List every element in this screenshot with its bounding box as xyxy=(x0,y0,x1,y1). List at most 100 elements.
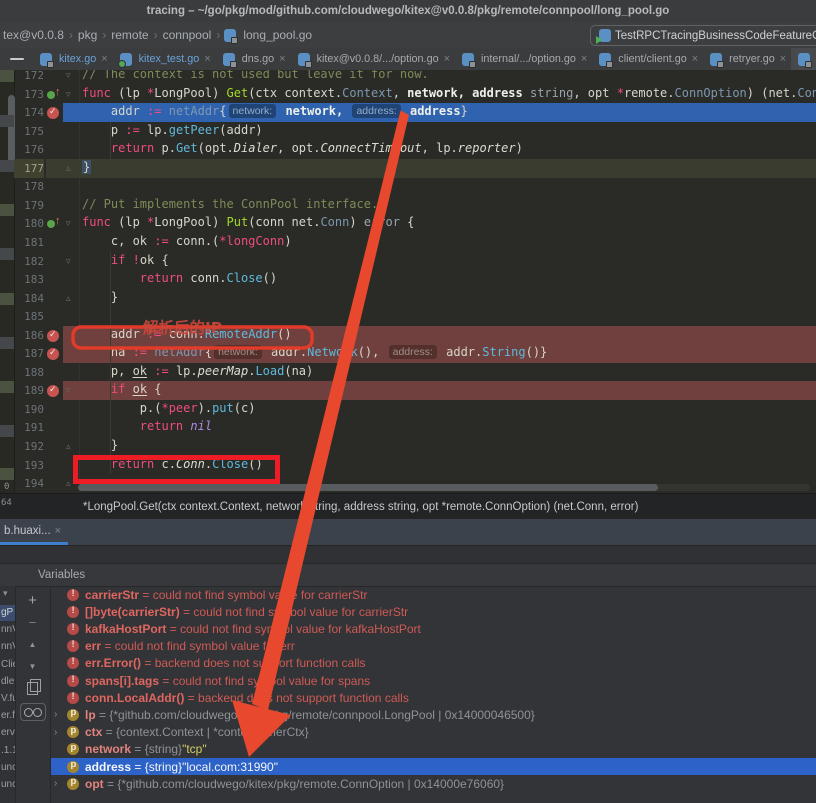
line-number[interactable]: 181 xyxy=(14,236,44,249)
breakpoint-icon[interactable] xyxy=(47,107,59,119)
close-icon[interactable]: × xyxy=(780,53,786,65)
code-line[interactable]: 176 return p.Get(opt.Dialer, opt.Connect… xyxy=(0,140,816,159)
fold-region-start-icon[interactable] xyxy=(66,254,71,268)
code-line[interactable]: 191 return nil xyxy=(0,418,816,437)
line-number[interactable]: 193 xyxy=(14,459,44,472)
line-number[interactable]: 185 xyxy=(14,310,44,323)
line-number[interactable]: 184 xyxy=(14,292,44,305)
fold-region-end-icon[interactable] xyxy=(66,439,71,453)
editor-tab-client-client-go[interactable]: client/client.go× xyxy=(592,48,703,70)
frame-item[interactable]: unc xyxy=(0,777,16,793)
frame-item[interactable]: .1.1 xyxy=(0,743,16,759)
variable-row-opt[interactable]: ›opt = {*github.com/cloudwego/kitex/pkg/… xyxy=(51,775,816,792)
close-icon[interactable]: × xyxy=(581,53,587,65)
code-line[interactable]: 182 if !ok { xyxy=(0,252,816,271)
breakpoint-icon[interactable] xyxy=(47,330,59,342)
frame-item[interactable]: gP xyxy=(0,605,16,621)
line-number[interactable]: 186 xyxy=(14,329,44,342)
code-line[interactable]: 180func (lp *LongPool) Put(conn net.Conn… xyxy=(0,214,816,233)
move-up-button[interactable] xyxy=(15,634,50,654)
variable-row-address[interactable]: address = {string} "local.com:31990" xyxy=(51,758,816,775)
breadcrumb-item[interactable]: pkg xyxy=(75,28,100,42)
breakpoint-icon[interactable] xyxy=(47,385,59,397)
variable-row-network[interactable]: network = {string} "tcp" xyxy=(51,741,816,758)
line-number[interactable]: 178 xyxy=(14,180,44,193)
code-line[interactable]: 189 if ok { xyxy=(0,381,816,400)
code-line[interactable]: 181 c, ok := conn.(*longConn) xyxy=(0,233,816,252)
line-number[interactable]: 189 xyxy=(14,384,44,397)
variable-row-err-error-[interactable]: err.Error() = backend does not support f… xyxy=(51,655,816,672)
code-line[interactable]: 177} xyxy=(0,159,816,178)
editor-tab-retryer-go[interactable]: retryer.go× xyxy=(703,48,791,70)
code-line[interactable]: 186 addr := conn.RemoteAddr() xyxy=(0,326,816,345)
move-down-button[interactable] xyxy=(15,656,50,676)
line-number[interactable]: 194 xyxy=(14,477,44,490)
editor-tab-kitex-test-go[interactable]: kitex_test.go× xyxy=(113,48,216,70)
frame-item[interactable]: nnV xyxy=(0,639,16,655)
editor-tab-long-pool-go[interactable]: long_pool.go xyxy=(791,48,816,70)
code-line[interactable]: 185 xyxy=(0,307,816,326)
close-icon[interactable]: × xyxy=(101,53,107,65)
fold-region-start-icon[interactable] xyxy=(66,216,71,230)
add-watch-button[interactable] xyxy=(15,590,50,610)
close-icon[interactable]: × xyxy=(204,53,210,65)
line-number[interactable]: 173 xyxy=(14,88,44,101)
fold-region-end-icon[interactable] xyxy=(66,476,71,490)
fold-region-end-icon[interactable] xyxy=(66,291,71,305)
fold-region-start-icon[interactable] xyxy=(66,87,71,101)
frame-item[interactable]: Clie xyxy=(0,657,16,673)
code-line[interactable]: 184 } xyxy=(0,289,816,308)
breadcrumb-item[interactable]: connpool xyxy=(160,28,215,42)
chevron-down-icon[interactable]: ▾ xyxy=(3,588,8,599)
editor-tab-internal-option-go[interactable]: internal/.../option.go× xyxy=(455,48,592,70)
frame-item[interactable]: erv xyxy=(0,725,16,741)
expand-arrow-icon[interactable]: › xyxy=(54,778,67,789)
code-line[interactable]: 188 p, ok := lp.peerMap.Load(na) xyxy=(0,363,816,382)
variable-row-kafkahostport[interactable]: kafkaHostPort = could not find symbol va… xyxy=(51,620,816,637)
line-number[interactable]: 187 xyxy=(14,347,44,360)
line-number[interactable]: 175 xyxy=(14,125,44,138)
frame-item[interactable]: dlel xyxy=(0,674,16,690)
debug-session-tab[interactable]: b.huaxi... × xyxy=(0,519,65,542)
frames-strip[interactable]: ▾ gPnnVnnVCliedlelV.fuer.ferv.1.1uncunc xyxy=(0,586,16,803)
line-number[interactable]: 188 xyxy=(14,366,44,379)
implements-method-icon[interactable] xyxy=(47,217,62,230)
line-number[interactable]: 179 xyxy=(14,199,44,212)
fold-region-end-icon[interactable] xyxy=(66,161,71,175)
editor-tab-dns-go[interactable]: dns.go× xyxy=(216,48,291,70)
fold-region-start-icon[interactable] xyxy=(66,383,71,397)
editor-tab-kitex-go[interactable]: kitex.go× xyxy=(33,48,113,70)
code-line[interactable]: 174 addr := netAddr{network: network, ad… xyxy=(0,103,816,122)
code-line[interactable]: 183 return conn.Close() xyxy=(0,270,816,289)
line-number[interactable]: 192 xyxy=(14,440,44,453)
variable-row-err[interactable]: err = could not find symbol value for er… xyxy=(51,638,816,655)
horizontal-scrollbar-thumb[interactable] xyxy=(78,484,658,491)
line-number[interactable]: 180 xyxy=(14,217,44,230)
remove-watch-button[interactable] xyxy=(15,612,50,632)
code-line[interactable]: 192 } xyxy=(0,437,816,456)
implements-method-icon[interactable] xyxy=(47,88,62,101)
code-editor[interactable]: 172// The context is not used but leave … xyxy=(0,70,816,493)
code-line[interactable]: 193 return c.Conn.Close() xyxy=(0,456,816,475)
variable-row-carrierstr[interactable]: carrierStr = could not find symbol value… xyxy=(51,586,816,603)
variable-row-conn-localaddr-[interactable]: conn.LocalAddr() = backend does not supp… xyxy=(51,689,816,706)
variable-row--byte-carrierstr-[interactable]: []byte(carrierStr) = could not find symb… xyxy=(51,603,816,620)
line-number[interactable]: 191 xyxy=(14,421,44,434)
code-line[interactable]: 172// The context is not used but leave … xyxy=(0,70,816,85)
close-icon[interactable]: × xyxy=(279,53,285,65)
breadcrumb-item[interactable]: long_pool.go xyxy=(240,28,315,42)
frame-item[interactable]: V.fu xyxy=(0,691,16,707)
expand-arrow-icon[interactable]: › xyxy=(54,709,67,720)
close-icon[interactable]: × xyxy=(444,53,450,65)
line-number[interactable]: 190 xyxy=(14,403,44,416)
editor-tab-kitex-v0-0-8-option-go[interactable]: kitex@v0.0.8/.../option.go× xyxy=(291,48,455,70)
frame-item[interactable]: unc xyxy=(0,760,16,776)
code-line[interactable]: 178 xyxy=(0,177,816,196)
frame-item[interactable]: er.f xyxy=(0,708,16,724)
hide-tabs-icon[interactable] xyxy=(10,58,24,60)
code-line[interactable]: 187 na := netAddr{network: addr.Network(… xyxy=(0,344,816,363)
breakpoint-icon[interactable] xyxy=(47,348,59,360)
variable-row-ctx[interactable]: ›ctx = {context.Context | *context.timer… xyxy=(51,724,816,741)
expand-arrow-icon[interactable]: › xyxy=(54,727,67,738)
variable-row-lp[interactable]: ›lp = {*github.com/cloudwego/kitex/pkg/r… xyxy=(51,706,816,723)
